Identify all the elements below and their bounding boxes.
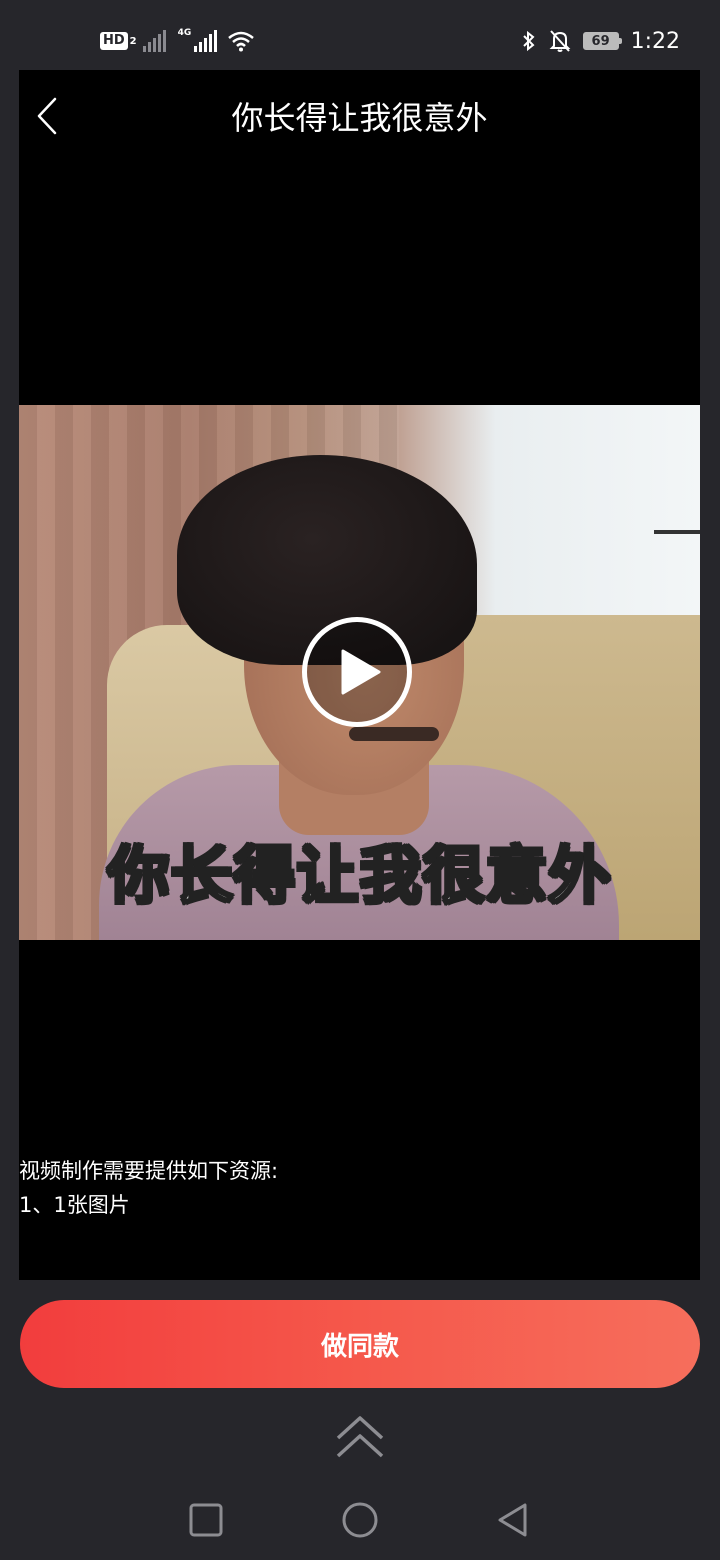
- network-label: 4G: [177, 28, 192, 38]
- play-button[interactable]: [302, 617, 412, 727]
- status-right: 69 1:22: [521, 26, 680, 56]
- hd-label: HD: [100, 32, 128, 50]
- hd-sub: 2: [129, 35, 137, 47]
- mute-bell-icon: [549, 30, 571, 52]
- make-same-button[interactable]: 做同款: [20, 1300, 700, 1388]
- video-thumbnail[interactable]: 你长得让我很意外: [19, 405, 700, 940]
- video-caption: 你长得让我很意外: [106, 838, 612, 914]
- expand-up-button[interactable]: [332, 1412, 388, 1464]
- back-nav-button[interactable]: [494, 1500, 534, 1540]
- signal-4g-icon: 4G: [177, 28, 217, 52]
- clock: 1:22: [630, 28, 680, 54]
- main-panel: 你长得让我很意外 你长得让我很意外 视频制作需要提供如下资源: 1、1张图片: [19, 70, 700, 1280]
- double-chevron-up-icon: [336, 1416, 384, 1458]
- triangle-back-icon: [498, 1503, 527, 1537]
- battery-icon: 69: [582, 32, 622, 50]
- bluetooth-icon: [522, 30, 535, 52]
- signal-icon: [142, 30, 166, 52]
- battery-level: 69: [591, 33, 610, 49]
- play-icon: [341, 649, 381, 695]
- resource-info-item: 1、1张图片: [19, 1193, 130, 1217]
- hd-badge: HD 2: [100, 32, 137, 50]
- window-frame: [654, 530, 700, 534]
- resource-info-title: 视频制作需要提供如下资源:: [19, 1159, 279, 1183]
- home-button[interactable]: [340, 1500, 380, 1540]
- status-bar: HD 2 4G 69 1:22: [0, 0, 720, 70]
- circle-icon: [342, 1502, 378, 1538]
- system-nav-bar: [0, 1480, 720, 1560]
- recent-apps-button[interactable]: [186, 1500, 226, 1540]
- page-title: 你长得让我很意外: [231, 99, 488, 137]
- square-icon: [189, 1503, 223, 1537]
- resource-info: 视频制作需要提供如下资源: 1、1张图片: [19, 1154, 278, 1222]
- wifi-icon: [227, 31, 254, 52]
- person-mustache: [349, 727, 439, 741]
- status-left: HD 2 4G: [100, 26, 255, 56]
